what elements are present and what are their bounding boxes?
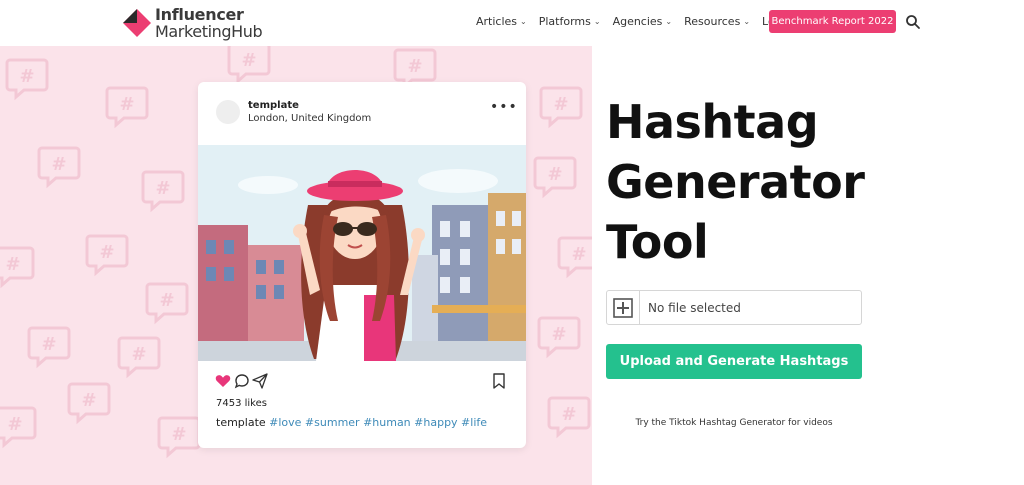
post-illustration xyxy=(198,145,526,361)
post-image xyxy=(198,145,526,361)
title-line-1: Hashtag xyxy=(606,95,819,149)
title-line-2: Generator xyxy=(606,155,865,209)
nav-agencies[interactable]: Agencies ⌄ xyxy=(613,15,673,28)
nav-platforms[interactable]: Platforms ⌄ xyxy=(539,15,601,28)
tiktok-generator-link[interactable]: Try the Tiktok Hashtag Generator for vid… xyxy=(606,418,862,428)
instagram-post-preview: template London, United Kingdom ••• 7453… xyxy=(198,82,526,448)
site-header: Influencer MarketingHub Articles ⌄ Platf… xyxy=(0,0,1024,46)
chevron-down-icon: ⌄ xyxy=(743,17,751,26)
heart-icon[interactable] xyxy=(215,374,231,388)
nav-platforms-label: Platforms xyxy=(538,15,591,28)
caption-username: template xyxy=(216,416,266,429)
file-status-text: No file selected xyxy=(648,301,741,315)
main-nav: Articles ⌄ Platforms ⌄ Agencies ⌄ Resour… xyxy=(476,15,804,28)
post-likes-count: 7453 likes xyxy=(216,398,267,409)
logo-text-hub: Hub xyxy=(231,22,263,41)
page-title: Hashtag Generator Tool xyxy=(606,92,865,272)
caption-hashtags: #love #summer #human #happy #life xyxy=(269,416,488,429)
chevron-down-icon: ⌄ xyxy=(665,17,673,26)
add-file-button[interactable] xyxy=(607,291,640,324)
chevron-down-icon: ⌄ xyxy=(520,17,527,26)
chevron-down-icon: ⌄ xyxy=(593,17,601,26)
bookmark-icon[interactable] xyxy=(492,373,506,389)
upload-generate-button[interactable]: Upload and Generate Hashtags xyxy=(606,344,862,379)
post-actions xyxy=(215,373,511,389)
nav-resources[interactable]: Resources ⌄ xyxy=(684,15,750,28)
title-line-3: Tool xyxy=(606,215,709,269)
benchmark-report-button[interactable]: Benchmark Report 2022 xyxy=(769,10,896,33)
post-username: template xyxy=(248,100,299,111)
nav-articles[interactable]: Articles ⌄ xyxy=(476,15,527,28)
post-caption: template #love #summer #human #happy #li… xyxy=(216,416,487,429)
comment-icon[interactable] xyxy=(234,373,250,389)
share-icon[interactable] xyxy=(252,373,268,389)
nav-agencies-label: Agencies xyxy=(612,15,663,28)
plus-icon xyxy=(613,297,633,318)
nav-articles-label: Articles xyxy=(476,15,518,28)
nav-resources-label: Resources xyxy=(684,15,741,28)
search-icon[interactable] xyxy=(905,14,921,30)
site-logo[interactable]: Influencer MarketingHub xyxy=(122,5,282,41)
avatar xyxy=(216,100,240,124)
logo-text-marketing: Marketing xyxy=(155,22,232,41)
logo-mark-icon xyxy=(123,9,151,37)
logo-text-marketinghub: MarketingHub xyxy=(155,22,263,41)
post-location: London, United Kingdom xyxy=(248,113,372,124)
file-upload-input[interactable]: No file selected xyxy=(606,290,862,325)
more-icon[interactable]: ••• xyxy=(490,99,518,115)
